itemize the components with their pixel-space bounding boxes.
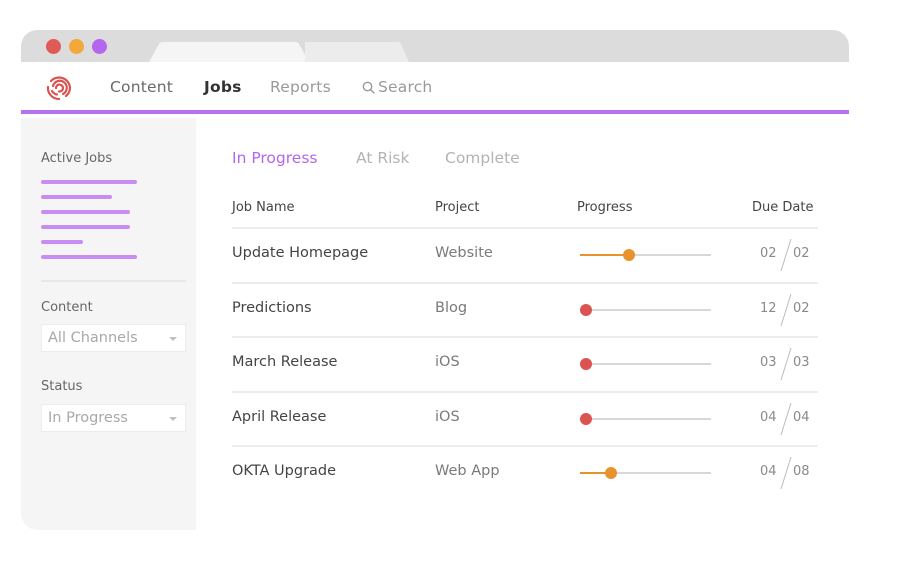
nav-content[interactable]: Content	[110, 78, 173, 96]
column-header-due-date[interactable]: Due Date	[752, 200, 813, 215]
job-name[interactable]: March Release	[232, 354, 337, 370]
date-separator-icon	[780, 238, 792, 272]
job-name[interactable]: Predictions	[232, 300, 312, 316]
due-date-start: 02	[760, 246, 777, 261]
due-date: 02 02	[758, 238, 818, 272]
table-row[interactable]: Predictions Blog 12 02	[232, 281, 818, 336]
fingerprint-logo-icon[interactable]	[44, 73, 74, 103]
zoom-window-button[interactable]	[92, 39, 107, 54]
due-date-start: 04	[760, 464, 777, 479]
project-name: Blog	[435, 299, 468, 316]
nav-search[interactable]: Search	[362, 78, 432, 96]
minimize-window-button[interactable]	[69, 39, 84, 54]
tab-at-risk[interactable]: At Risk	[356, 149, 409, 167]
progress-slider[interactable]	[580, 249, 711, 261]
active-job-placeholder-line[interactable]	[41, 210, 130, 214]
table-row[interactable]: March Release iOS 03 03	[232, 336, 818, 390]
project-name: Website	[435, 245, 493, 261]
progress-knob[interactable]	[580, 358, 592, 370]
active-job-placeholder-line[interactable]	[41, 255, 137, 259]
progress-knob[interactable]	[580, 412, 592, 425]
content-filter-label: Content	[41, 300, 93, 315]
progress-slider[interactable]	[580, 303, 711, 316]
table-row[interactable]: April Release iOS 04 04	[232, 390, 818, 445]
date-separator-icon	[780, 347, 792, 381]
tab-in-progress[interactable]: In Progress	[232, 149, 317, 167]
progress-knob[interactable]	[605, 467, 617, 479]
due-date: 04 08	[758, 456, 818, 490]
column-header-job-name[interactable]: Job Name	[232, 200, 295, 215]
active-job-placeholder-line[interactable]	[41, 195, 112, 199]
browser-tab-active[interactable]	[149, 42, 309, 62]
chevron-down-icon	[169, 417, 177, 421]
project-name: iOS	[435, 354, 460, 370]
date-separator-icon	[780, 293, 792, 326]
due-date-start: 04	[760, 409, 777, 425]
project-name: iOS	[435, 408, 460, 425]
due-date-end: 08	[793, 464, 810, 479]
column-header-project[interactable]: Project	[435, 200, 479, 215]
status-select[interactable]: In Progress	[41, 404, 186, 432]
jobs-panel: In Progress At Risk Complete Job Name Pr…	[196, 118, 849, 530]
close-window-button[interactable]	[46, 39, 61, 54]
nav-reports[interactable]: Reports	[270, 78, 331, 96]
progress-slider[interactable]	[580, 358, 711, 370]
project-name: Web App	[435, 463, 500, 479]
tab-complete[interactable]: Complete	[445, 149, 520, 167]
progress-knob[interactable]	[623, 249, 635, 261]
due-date-end: 04	[793, 409, 810, 425]
nav-jobs[interactable]: Jobs	[204, 78, 242, 96]
chevron-down-icon	[169, 337, 177, 341]
job-name[interactable]: Update Homepage	[232, 245, 368, 261]
due-date-end: 03	[793, 355, 810, 370]
browser-tab-inactive[interactable]	[305, 42, 409, 62]
progress-fill	[580, 254, 629, 256]
progress-knob[interactable]	[580, 303, 592, 316]
job-name[interactable]: April Release	[232, 409, 326, 425]
status-select-value: In Progress	[48, 410, 128, 426]
search-label: Search	[378, 78, 433, 96]
due-date-end: 02	[793, 300, 810, 316]
browser-window: Content Jobs Reports Search Active Jobs …	[21, 30, 849, 530]
due-date: 12 02	[758, 293, 818, 327]
progress-slider[interactable]	[580, 467, 711, 479]
due-date-end: 02	[793, 246, 810, 261]
progress-slider[interactable]	[580, 412, 711, 425]
table-row[interactable]: OKTA Upgrade Web App 04 08	[232, 445, 818, 499]
search-icon	[362, 81, 375, 94]
active-job-placeholder-line[interactable]	[41, 180, 137, 184]
browser-titlebar	[21, 30, 849, 62]
due-date: 04 04	[758, 402, 818, 436]
table-row[interactable]: Update Homepage Website 02 02	[232, 227, 818, 281]
due-date-start: 12	[760, 300, 777, 316]
active-jobs-heading: Active Jobs	[41, 151, 113, 166]
active-job-placeholder-line[interactable]	[41, 225, 130, 229]
content-select-value: All Channels	[48, 330, 138, 346]
content-channel-select[interactable]: All Channels	[41, 324, 186, 352]
sidebar: Active Jobs Content All Channels Status …	[21, 118, 196, 530]
column-header-progress[interactable]: Progress	[577, 200, 632, 215]
due-date: 03 03	[758, 347, 818, 381]
active-job-placeholder-line[interactable]	[41, 240, 83, 244]
sidebar-divider	[41, 280, 186, 282]
due-date-start: 03	[760, 355, 777, 370]
job-name[interactable]: OKTA Upgrade	[232, 463, 336, 479]
date-separator-icon	[780, 456, 792, 490]
status-filter-label: Status	[41, 379, 83, 394]
app-navbar: Content Jobs Reports Search	[21, 62, 849, 114]
date-separator-icon	[780, 402, 792, 435]
